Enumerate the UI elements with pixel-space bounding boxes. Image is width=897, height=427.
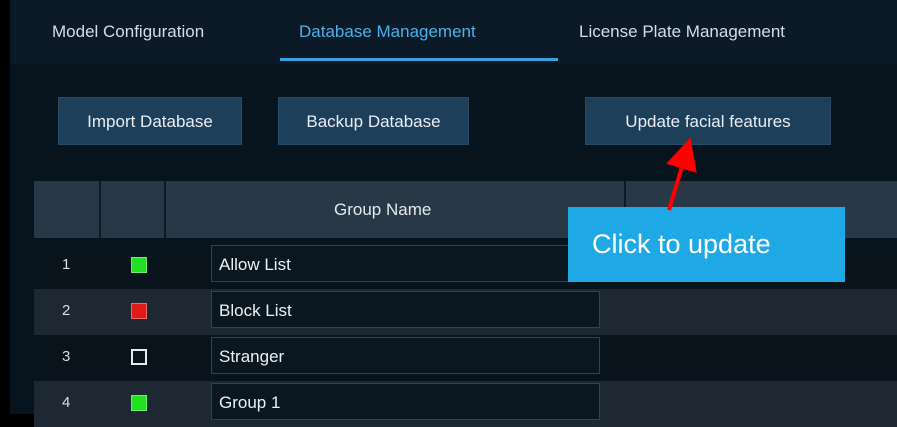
- group-color-swatch[interactable]: [131, 395, 147, 411]
- group-color-swatch[interactable]: [131, 257, 147, 273]
- table-row[interactable]: 3 Stranger: [34, 335, 897, 381]
- group-name-field[interactable]: Allow List: [211, 245, 600, 282]
- backup-database-button[interactable]: Backup Database: [278, 97, 469, 145]
- tab-license-plate-management[interactable]: License Plate Management: [579, 22, 785, 42]
- database-management-panel: Model Configuration Database Management …: [10, 0, 897, 427]
- row-index: 4: [62, 394, 71, 411]
- tab-bar: Model Configuration Database Management …: [10, 0, 897, 64]
- import-database-button[interactable]: Import Database: [58, 97, 242, 145]
- group-color-swatch[interactable]: [131, 303, 147, 319]
- group-name-field[interactable]: Block List: [211, 291, 600, 328]
- tab-model-configuration[interactable]: Model Configuration: [52, 22, 204, 42]
- group-color-swatch[interactable]: [131, 349, 147, 365]
- update-facial-features-button[interactable]: Update facial features: [585, 97, 831, 145]
- click-to-update-callout: Click to update: [568, 207, 845, 282]
- column-divider: [99, 181, 101, 238]
- group-name-header: Group Name: [334, 200, 432, 219]
- app-frame: Model Configuration Database Management …: [0, 0, 897, 427]
- row-index: 2: [62, 302, 71, 319]
- group-name-field[interactable]: Stranger: [211, 337, 600, 374]
- table-row[interactable]: 2 Block List: [34, 289, 897, 335]
- active-tab-indicator: [280, 58, 558, 61]
- row-index: 3: [62, 348, 71, 365]
- row-index: 1: [62, 256, 71, 273]
- table-row[interactable]: 4 Group 1: [34, 381, 897, 427]
- column-divider: [164, 181, 166, 238]
- tab-database-management[interactable]: Database Management: [299, 22, 476, 42]
- group-name-field[interactable]: Group 1: [211, 383, 600, 420]
